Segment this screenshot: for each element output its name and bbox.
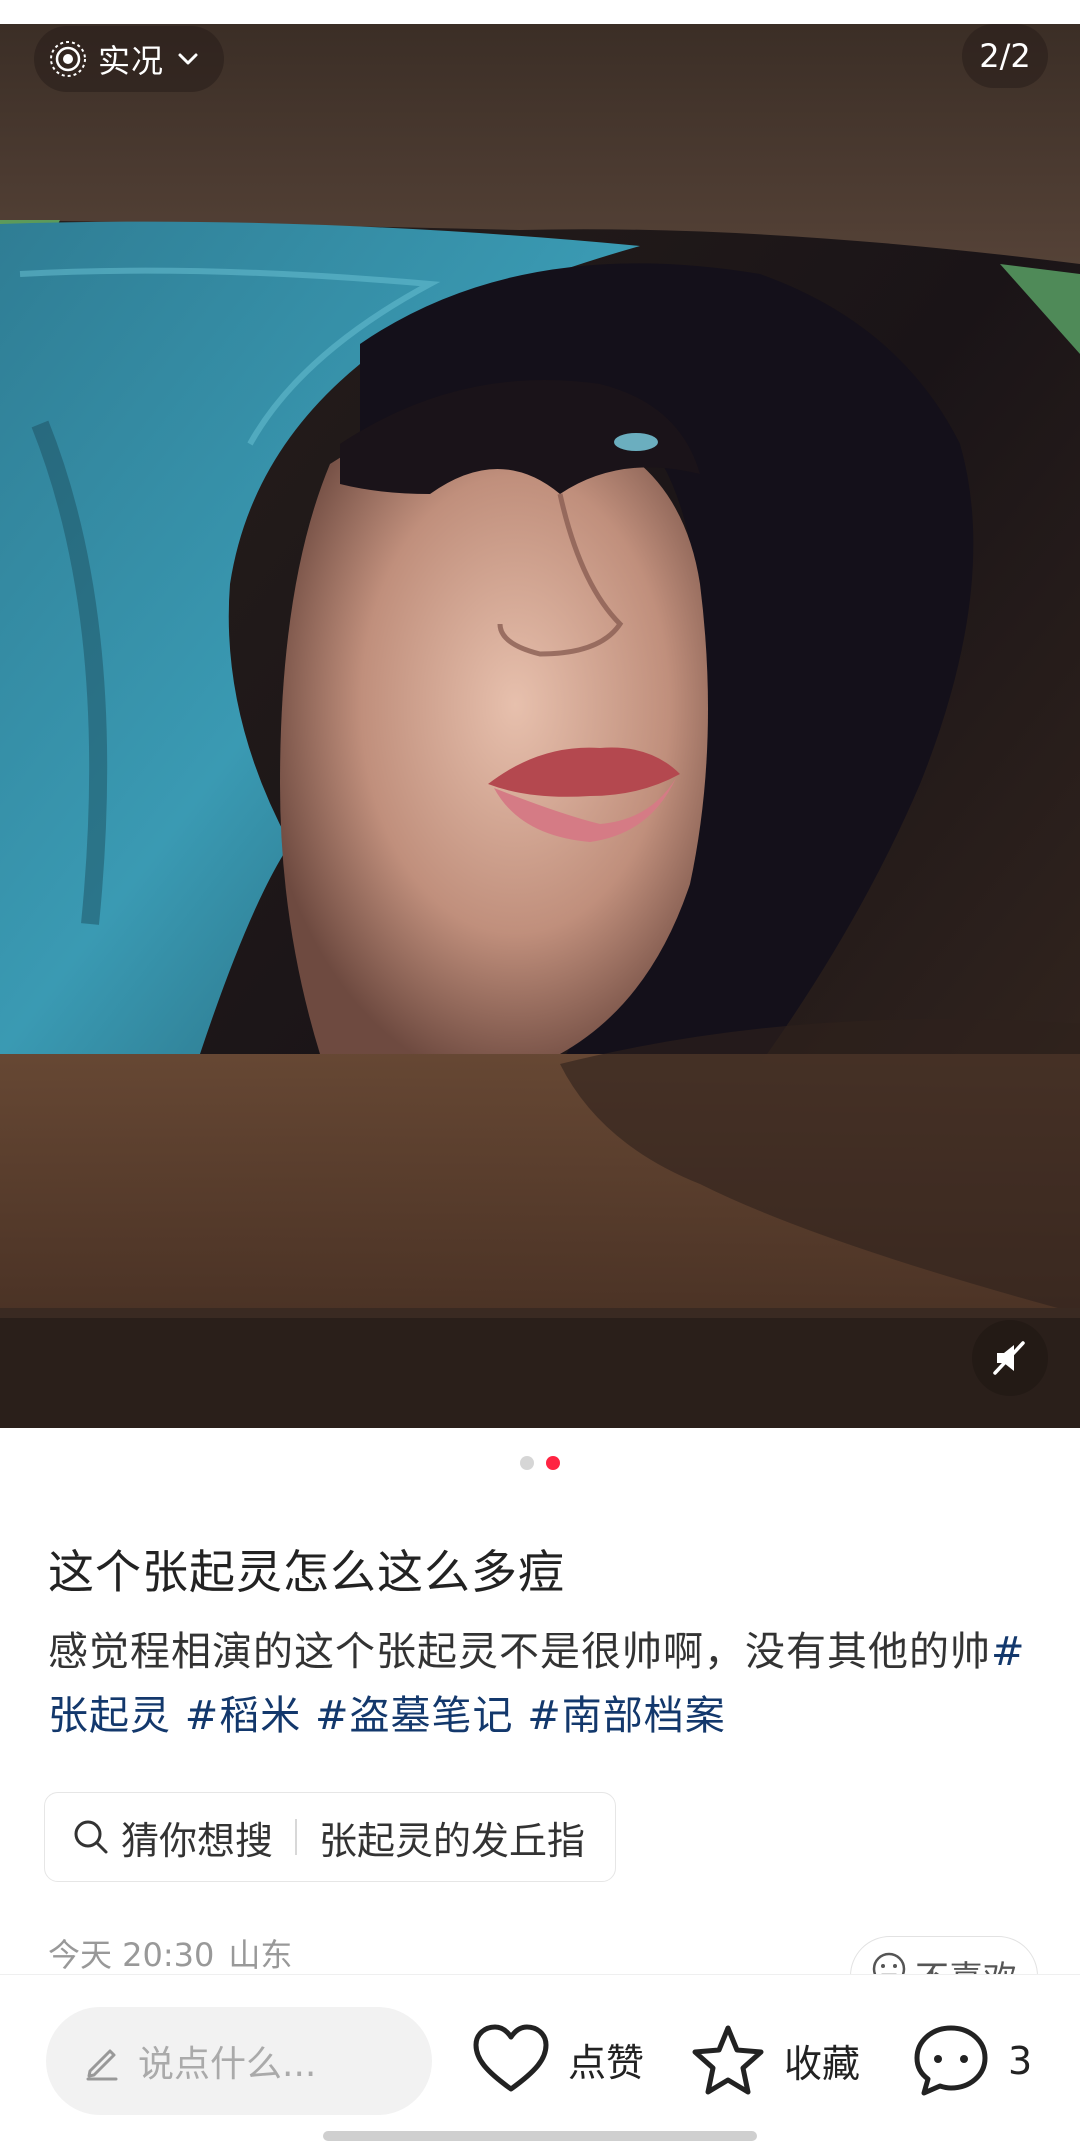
live-label: 实况 <box>98 42 165 80</box>
carousel-dots <box>0 1456 1080 1470</box>
favorite-button[interactable]: 收藏 <box>690 2023 860 2097</box>
like-button[interactable]: 点赞 <box>472 2023 644 2095</box>
hashtag[interactable]: #南部档案 <box>527 1693 726 1739</box>
bottom-action-bar: 说点什么... 点赞 收藏 3 <box>0 1974 1080 2143</box>
mute-button[interactable] <box>972 1320 1048 1396</box>
pencil-icon <box>86 2049 118 2081</box>
page-indicator: 2/2 <box>962 24 1048 88</box>
divider <box>295 1819 298 1855</box>
favorite-label: 收藏 <box>784 2041 861 2086</box>
comment-count: 3 <box>1008 2039 1033 2083</box>
live-photo-toggle[interactable]: 实况 <box>34 26 225 92</box>
hashtag[interactable]: #稻米 <box>185 1693 302 1739</box>
like-label: 点赞 <box>568 2040 645 2085</box>
post-title: 这个张起灵怎么这么多痘 <box>48 1545 565 1599</box>
heart-icon <box>473 2024 549 2092</box>
live-photo-icon <box>50 41 86 77</box>
search-icon <box>74 1820 108 1854</box>
carousel-dot[interactable] <box>520 1456 534 1470</box>
post-photo[interactable] <box>0 24 1080 1428</box>
mute-speaker-icon <box>993 1341 1025 1375</box>
guess-search-label: 猜你想搜 <box>121 1818 274 1863</box>
post-time: 今天 20:30 <box>48 1936 215 1974</box>
comment-placeholder: 说点什么... <box>138 2044 317 2085</box>
comment-input[interactable]: 说点什么... <box>46 2007 432 2115</box>
post-body-text: 感觉程相演的这个张起灵不是很帅啊，没有其他的帅 <box>48 1629 991 1675</box>
hashtag[interactable]: #盗墓笔记 <box>315 1693 514 1739</box>
guess-search-query: 张起灵的发丘指 <box>319 1818 586 1863</box>
post-media[interactable]: 实况 2/2 <box>0 0 1080 1428</box>
status-strip <box>0 0 1080 24</box>
post-location: 山东 <box>228 1936 293 1974</box>
comment-button[interactable]: 3 <box>912 2023 1032 2099</box>
comment-bubble-icon <box>914 2025 988 2096</box>
post-meta: 今天 20:30 山东 <box>48 1930 292 1976</box>
guess-search-chip[interactable]: 猜你想搜 张起灵的发丘指 <box>44 1792 617 1882</box>
home-indicator <box>323 2131 757 2141</box>
star-icon <box>692 2025 764 2095</box>
post-body: 感觉程相演的这个张起灵不是很帅啊，没有其他的帅#张起灵 #稻米 #盗墓笔记 #南… <box>48 1620 1048 1748</box>
chevron-down-icon <box>178 53 198 65</box>
carousel-dot-active[interactable] <box>546 1456 560 1470</box>
